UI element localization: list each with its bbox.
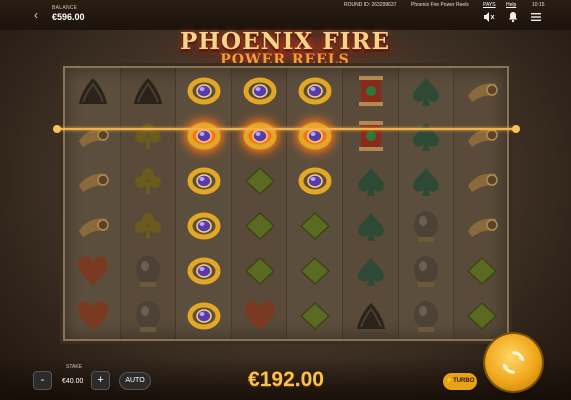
reel-symbol-spade [406, 164, 446, 198]
reel-symbol-diamond [240, 254, 280, 288]
reel-symbol-ring [184, 299, 224, 333]
reel-symbol-spade [351, 164, 391, 198]
reel-symbol-ring [295, 164, 335, 198]
reel-symbol-diamond [240, 164, 280, 198]
reel-symbol-horn [73, 164, 113, 198]
payline-marker-left [53, 125, 61, 133]
game-logo: PHOENIX FIRE POWER REELS [150, 24, 420, 72]
notification-bell-icon[interactable] [507, 11, 519, 23]
reel-symbol-horn [73, 209, 113, 243]
reel-symbol-heart [240, 299, 280, 333]
reel-symbol-horn [462, 74, 502, 108]
reel-symbol-diamond [462, 254, 502, 288]
spin-button[interactable] [485, 334, 542, 391]
reel-symbol-ring [184, 209, 224, 243]
reel-symbol-ring [184, 74, 224, 108]
autoplay-button[interactable]: AUTO [119, 372, 151, 390]
reel-symbol-bird [128, 74, 168, 108]
reel-symbol-egg [128, 254, 168, 288]
reel-symbol-horn [462, 119, 502, 153]
win-amount: €192.00 [248, 368, 324, 391]
reel-symbol-scroll [351, 119, 391, 153]
reel-symbol-diamond [295, 209, 335, 243]
reel-symbol-diamond [295, 299, 335, 333]
stake-label: STAKE [66, 364, 83, 370]
reel-symbol-egg [406, 209, 446, 243]
menu-icon[interactable] [530, 11, 542, 23]
reel-symbol-heart [73, 299, 113, 333]
help-link[interactable]: Help [506, 2, 516, 8]
clock: 10:15 [532, 2, 545, 8]
back-arrow-icon[interactable]: ‹ [28, 7, 44, 23]
winning-payline [56, 128, 516, 130]
reel-symbol-horn [462, 164, 502, 198]
reel-symbol-spade [351, 209, 391, 243]
sound-off-icon[interactable] [483, 11, 495, 23]
stake-value: €40.00 [62, 378, 84, 385]
balance-label: BALANCE [52, 5, 78, 11]
game-stage: ‹ BALANCE €596.00 ROUND ID: 263299637 Ph… [0, 0, 571, 400]
payline-marker-right [512, 125, 520, 133]
reel-symbol-diamond [295, 254, 335, 288]
paytable-link[interactable]: PAYS [483, 2, 496, 8]
reel-symbol-bird [73, 74, 113, 108]
reel-symbol-egg [128, 299, 168, 333]
reel-grid [63, 66, 510, 341]
reel-symbol-ring [240, 119, 280, 153]
reel-symbol-ring [240, 74, 280, 108]
reel-symbol-spade [406, 74, 446, 108]
reel-symbol-horn [73, 119, 113, 153]
reel-symbol-club [128, 119, 168, 153]
turbo-label: TURBO [453, 378, 475, 384]
reel-symbol-club [128, 164, 168, 198]
reel-symbol-ring [295, 74, 335, 108]
reel-symbol-heart [73, 254, 113, 288]
reel-symbol-ring [295, 119, 335, 153]
reel-symbol-spade [351, 254, 391, 288]
game-name: Phoenix Fire Power Reels [411, 2, 469, 8]
reel-symbol-ring [184, 119, 224, 153]
balance-value: €596.00 [52, 12, 85, 22]
reel-symbol-diamond [462, 299, 502, 333]
turbo-button[interactable]: ⚡TURBO [443, 373, 477, 390]
round-id: ROUND ID: 263299637 [344, 2, 397, 8]
reel-symbol-ring [184, 254, 224, 288]
stake-decrease-button[interactable]: - [33, 371, 52, 390]
logo-title: PHOENIX FIRE [180, 28, 390, 55]
reel-symbol-club [128, 209, 168, 243]
spin-arrows-icon [502, 351, 525, 374]
reel-symbol-bird [351, 299, 391, 333]
reel-symbol-diamond [240, 209, 280, 243]
reel-symbol-egg [406, 299, 446, 333]
reel-symbol-ring [184, 164, 224, 198]
reel-symbol-egg [406, 254, 446, 288]
reel-symbol-spade [406, 119, 446, 153]
stake-increase-button[interactable]: + [91, 371, 110, 390]
reel-symbol-horn [462, 209, 502, 243]
reel-symbol-scroll [351, 74, 391, 108]
